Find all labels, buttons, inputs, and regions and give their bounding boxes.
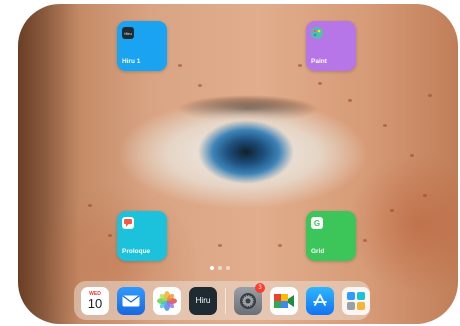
app-hiru-1[interactable]: Hiru Hiru 1	[117, 21, 167, 71]
dock: WED 10 Hiru 3	[74, 281, 370, 320]
hiru-icon[interactable]: Hiru	[189, 286, 217, 315]
palette-icon	[311, 27, 323, 39]
photos-icon[interactable]	[153, 286, 181, 315]
dock-separator	[225, 287, 226, 314]
app-grid[interactable]: G Grid	[306, 211, 356, 261]
notification-badge: 3	[255, 282, 265, 293]
page-indicator[interactable]	[210, 266, 230, 270]
grid-g-icon: G	[311, 217, 323, 229]
hiru-icon: Hiru	[122, 27, 134, 39]
calendar-day: 10	[87, 295, 103, 311]
settings-icon[interactable]: 3	[234, 282, 265, 315]
app-paint[interactable]: Paint	[306, 21, 356, 71]
page-dot[interactable]	[210, 266, 214, 270]
app-label: Paint	[311, 58, 327, 65]
calendar-icon[interactable]: WED 10	[81, 286, 109, 315]
app-proloque[interactable]: Proloque	[117, 211, 167, 261]
speech-bubble-icon	[122, 217, 134, 229]
app-store-icon[interactable]	[306, 286, 334, 315]
app-label: Hiru 1	[122, 58, 141, 65]
app-label: Grid	[311, 248, 325, 255]
page-dot[interactable]	[218, 266, 222, 270]
ipad-screen	[18, 4, 458, 324]
mail-icon[interactable]	[117, 286, 145, 315]
facetime-icon[interactable]	[270, 286, 298, 315]
app-library-icon[interactable]	[342, 286, 370, 315]
page-dot[interactable]	[226, 266, 230, 270]
app-label: Proloque	[122, 248, 151, 255]
hiru-label: Hiru	[195, 296, 211, 305]
